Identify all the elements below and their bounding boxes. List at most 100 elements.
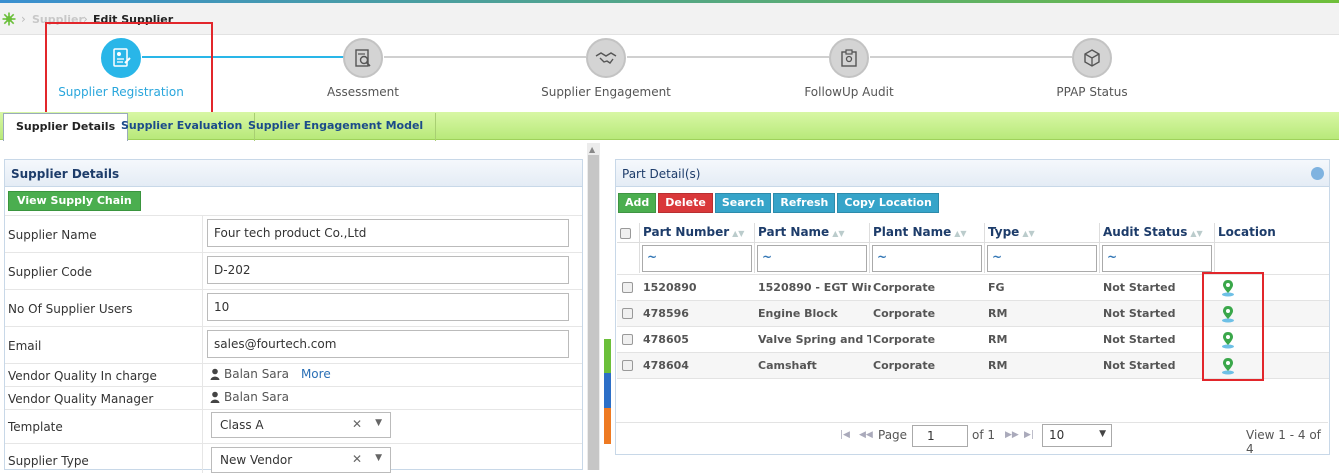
row-checkbox[interactable] [622, 282, 633, 293]
more-link[interactable]: More [301, 367, 331, 381]
step-label[interactable]: FollowUp Audit [759, 85, 939, 99]
form-row-vq-incharge: Vendor Quality In charge Balan Sara More [5, 363, 582, 386]
supplier-code-label: Supplier Code [8, 265, 92, 279]
step-label[interactable]: PPAP Status [1002, 85, 1182, 99]
cell-plant-name: Corporate [873, 281, 936, 294]
tab-supplier-evaluation[interactable]: Supplier Evaluation [109, 113, 256, 141]
cell-type: RM [988, 307, 1008, 320]
sort-icon: ▲▼ [832, 229, 845, 238]
chevron-right-icon: › [21, 12, 26, 26]
chevron-down-icon[interactable]: ▼ [375, 453, 382, 463]
page-number-input[interactable]: 1 [912, 425, 968, 447]
clear-icon[interactable]: ✕ [352, 452, 362, 466]
first-page-icon[interactable]: |◀ [840, 430, 850, 440]
page-label: Page [878, 428, 908, 442]
email-field[interactable]: sales@fourtech.com [207, 330, 569, 358]
delete-button[interactable]: Delete [658, 193, 713, 213]
filter-part-name[interactable]: ~ [757, 245, 867, 272]
divider [202, 253, 203, 289]
divider [202, 327, 203, 363]
supplier-details-panel: Supplier Details View Supply Chain Suppl… [4, 159, 583, 473]
form-row-supplier-type: Supplier Type New Vendor ✕ ▼ [5, 443, 582, 473]
scroll-thumb[interactable] [588, 155, 599, 470]
scroll-up-icon[interactable]: ▲ [589, 145, 595, 154]
status-strip-blue [604, 373, 611, 408]
search-button[interactable]: Search [714, 193, 772, 213]
status-strip-green [604, 339, 611, 373]
cell-part-number: 478604 [643, 359, 689, 372]
clear-icon[interactable]: ✕ [352, 417, 362, 431]
row-checkbox[interactable] [622, 334, 633, 345]
chevron-down-icon[interactable]: ▼ [1099, 429, 1106, 439]
filter-type[interactable]: ~ [987, 245, 1097, 272]
filter-plant-name[interactable]: ~ [872, 245, 982, 272]
divider [202, 290, 203, 326]
template-select[interactable]: Class A ✕ ▼ [211, 412, 391, 438]
cell-part-name: Engine Block [758, 307, 838, 320]
supplier-type-value: New Vendor [220, 453, 293, 467]
cell-plant-name: Corporate [873, 307, 936, 320]
home-icon[interactable] [2, 12, 16, 26]
step-label[interactable]: Assessment [273, 85, 453, 99]
tab-supplier-engagement-model[interactable]: Supplier Engagement Model [236, 113, 437, 141]
step-followup-audit[interactable] [829, 38, 869, 78]
column-part-number[interactable]: Part Number ▲▼ [643, 225, 744, 239]
tab-bar: Supplier Details Supplier Evaluation Sup… [0, 112, 1339, 141]
page-size-value: 10 [1049, 428, 1065, 442]
vertical-scrollbar[interactable]: ▲ [587, 143, 600, 470]
divider [202, 444, 203, 473]
step-connector [627, 56, 829, 58]
next-page-icon[interactable]: ▶▶ [1005, 430, 1019, 440]
refresh-button[interactable]: Refresh [773, 193, 836, 213]
panel-title: Supplier Details [5, 160, 582, 187]
page-size-select[interactable]: 10 ▼ [1042, 424, 1112, 447]
chevron-down-icon[interactable]: ▼ [375, 418, 382, 428]
form-row-supplier-code: Supplier Code D-202 [5, 252, 582, 289]
supplier-type-select[interactable]: New Vendor ✕ ▼ [211, 447, 391, 473]
step-supplier-engagement[interactable] [586, 38, 626, 78]
column-audit-status[interactable]: Audit Status ▲▼ [1103, 225, 1203, 239]
form-row-template: Template Class A ✕ ▼ [5, 409, 582, 443]
column-part-name[interactable]: Part Name ▲▼ [758, 225, 845, 239]
supplier-code-input[interactable]: D-202 [207, 256, 569, 284]
vq-manager-name: Balan Sara [224, 390, 289, 404]
view-supply-chain-button[interactable]: View Supply Chain [8, 191, 141, 211]
row-checkbox[interactable] [622, 360, 633, 371]
cell-part-number: 478605 [643, 333, 689, 346]
last-page-icon[interactable]: ▶| [1024, 430, 1034, 440]
vq-manager-value: Balan Sara [210, 390, 289, 404]
filter-audit-status[interactable]: ~ [1102, 245, 1212, 272]
cell-plant-name: Corporate [873, 359, 936, 372]
template-value: Class A [220, 418, 264, 432]
divider [202, 387, 203, 409]
prev-page-icon[interactable]: ◀◀ [859, 430, 873, 440]
num-users-label: No Of Supplier Users [8, 302, 133, 316]
add-button[interactable]: Add [618, 193, 657, 213]
select-all-checkbox[interactable] [620, 228, 631, 239]
step-ppap-status[interactable] [1072, 38, 1112, 78]
column-type[interactable]: Type ▲▼ [988, 225, 1035, 239]
step-label[interactable]: Supplier Engagement [516, 85, 696, 99]
cell-type: RM [988, 333, 1008, 346]
cell-part-name: Camshaft [758, 359, 817, 372]
supplier-name-input[interactable]: Four tech product Co.,Ltd [207, 219, 569, 247]
num-users-input[interactable]: 10 [207, 293, 569, 321]
sort-icon: ▲▼ [1190, 229, 1203, 238]
collapse-icon[interactable] [1311, 167, 1324, 180]
cell-part-number: 478596 [643, 307, 689, 320]
filter-part-number[interactable]: ~ [642, 245, 752, 272]
column-plant-name[interactable]: Plant Name ▲▼ [873, 225, 967, 239]
row-checkbox[interactable] [622, 308, 633, 319]
column-divider [1099, 223, 1100, 273]
form-row-email: Email sales@fourtech.com [5, 326, 582, 363]
email-label: Email [8, 339, 42, 353]
column-location[interactable]: Location [1218, 225, 1276, 239]
pager: |◀ ◀◀ Page 1 of 1 ▶▶ ▶| 10 ▼ View 1 - 4 … [616, 422, 1328, 456]
cell-audit-status: Not Started [1103, 307, 1176, 320]
page-of-label: of 1 [972, 428, 996, 442]
column-divider [1214, 223, 1215, 273]
panel-header: Part Detail(s) [616, 160, 1329, 187]
cell-part-name: Valve Spring and Tap [758, 333, 871, 346]
step-assessment[interactable] [343, 38, 383, 78]
copy-location-button[interactable]: Copy Location [837, 193, 939, 213]
